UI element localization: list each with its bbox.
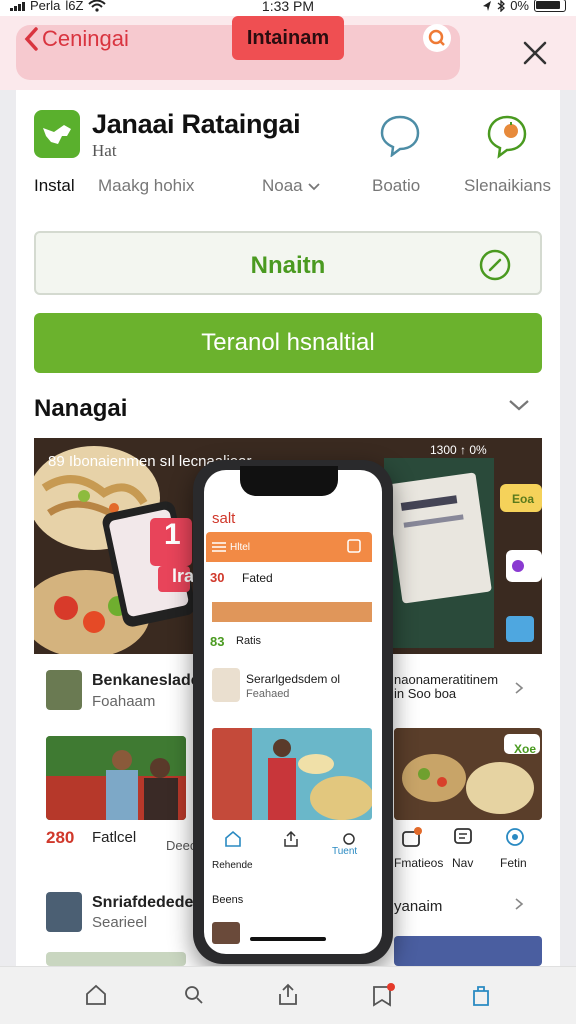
share-icon[interactable] [276,983,300,1007]
list-item-2-actions: Fmatieos Nav Fetin [394,826,542,870]
list-item-4-peek-right [394,936,542,966]
search-button[interactable] [423,24,451,52]
app-logo-icon [43,125,71,144]
phone-notch [240,466,338,496]
hero-tag: Eoa [512,492,535,506]
app-subtitle: Hat [92,141,117,160]
bluetooth-icon [497,0,506,12]
section-expand-button[interactable] [508,398,530,412]
action-label-2: Nav [452,856,474,870]
phone-bottom-thumb [212,922,240,944]
chevron-down-icon [509,400,529,411]
phone-item-sub: Feahaed [246,688,290,700]
phone-tab-bar: Rehende Tuent [204,826,382,876]
outline-button-label: Nnaitn [250,252,326,279]
outline-action-button[interactable]: Nnaitn [34,231,542,295]
app-title: Janaai Rataingai [92,109,301,139]
chevron-down-icon [308,182,321,190]
phone-nav-label-3: Tuent [332,846,358,857]
people-photo [46,736,186,820]
list-item-3-sub: Searieel [92,914,148,931]
search-icon[interactable] [182,983,206,1007]
favorite-button[interactable] [485,113,529,159]
phone-banner-strip [212,602,372,622]
menu-icon [212,542,226,552]
action-label-3: Fetin [500,856,527,870]
list-item-2-label: Fatlcel [92,829,137,846]
back-label: Ceningai [42,26,129,51]
tab-details[interactable]: Maakg hohix [98,176,194,196]
active-tab-chip[interactable]: Intainam [232,16,344,60]
list-item-1-sub: Foahaam [92,693,156,710]
phone-row2-number: 83 [210,634,225,649]
back-button[interactable]: Ceningai [24,26,129,52]
chat-button[interactable] [378,113,422,157]
check-circle-icon [479,249,511,281]
bookmark-icon[interactable] [370,983,396,1009]
home-icon [225,830,241,847]
phone-row1-label: Fated [242,571,273,585]
primary-action-button[interactable]: Teranol hsnaltial [34,313,542,373]
list-item-3-thumb [46,892,82,932]
battery-icon [534,0,566,12]
phone-home-indicator [250,937,326,941]
list-item-1-thumb [46,670,82,710]
action-label-1: Fmatieos [394,856,444,870]
tab-boatio[interactable]: Boatio [372,176,420,196]
hero-status: 1300 ↑ 0% [430,443,487,457]
tab-install[interactable]: Instal [34,176,75,196]
tab-noaa[interactable]: Noaa [262,176,321,196]
phone-bottom-label: Beens [212,894,244,906]
close-icon [523,41,547,65]
section-title: Nanagai [34,395,128,422]
status-bar: Perla l6Z 1:33 PM 0% [0,0,576,16]
tab-noaa-label: Noaa [262,176,303,195]
tab-specs[interactable]: Slenaikians [464,176,551,196]
list-item-1-right2: in Soo boa [394,686,457,701]
chat-bubble-icon [380,115,420,157]
tab-row: Instal Maakg hohix Noaa Boatio Slenaikia… [0,176,576,200]
phone-item-title: Serarlgedsdem ol [246,672,341,686]
message-icon[interactable] [452,826,474,848]
hero-badge-number: 1 [164,518,181,551]
list-item-3-title[interactable]: Snriafdedede [92,894,193,912]
phone-nav-label-1: Rehende [212,860,253,871]
bottom-toolbar [0,966,576,1024]
phone-photo [212,728,372,820]
hero-badge-suffix: lra [172,566,195,586]
share-icon [284,830,298,847]
app-icon [34,110,80,158]
close-button[interactable] [522,40,548,66]
phone-hero-image [212,728,372,820]
chevron-right-icon[interactable] [514,682,524,694]
list-item-2-number: 280 [46,828,75,847]
help-icon[interactable] [504,826,526,848]
phone-bar-label: Hltel [230,542,251,553]
search-icon [428,29,445,46]
phone-title: salt [212,510,236,527]
bag-icon[interactable] [400,826,422,848]
chevron-left-icon [24,27,38,51]
list-item-2-mid: Deec [166,838,197,853]
share-icon [347,539,361,553]
phone-row1-number: 30 [210,570,225,585]
heart-gift-icon [487,115,527,159]
status-right: 0% [482,0,566,13]
phone-item-thumb [212,668,240,702]
phone-row2-label: Ratis [236,635,262,647]
home-icon[interactable] [84,983,108,1007]
location-icon [483,0,492,11]
list-item-1-right: naonameratitinem [394,672,499,687]
list-item-3-right: yanaim [394,898,443,915]
battery-percent: 0% [510,0,529,13]
list-item-2-tag: Xoe [514,742,537,756]
list-item-1-title[interactable]: Benkaneslade [92,672,200,690]
chevron-right-icon[interactable] [514,898,524,910]
list-item-2-image [46,736,186,820]
tabs-icon[interactable] [468,983,494,1009]
list-item-4-peek [46,952,186,966]
